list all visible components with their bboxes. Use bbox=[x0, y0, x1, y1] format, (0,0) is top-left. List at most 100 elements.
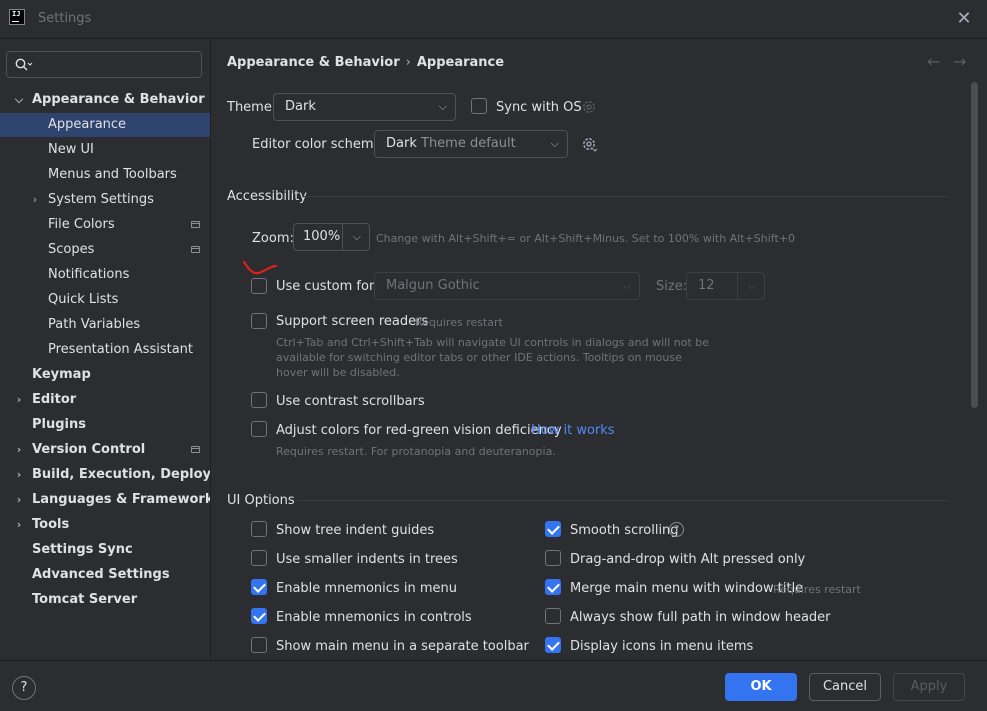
screen-readers-checkbox[interactable] bbox=[251, 313, 267, 329]
dialog-footer: ? OK Cancel Apply bbox=[0, 660, 987, 711]
sidebar-item-label: Notifications bbox=[48, 267, 130, 282]
screen-readers-label: Support screen readers bbox=[276, 314, 429, 329]
sidebar-item[interactable]: › Languages & Frameworks bbox=[0, 488, 222, 512]
how-it-works-link[interactable]: How it works bbox=[531, 423, 615, 438]
zoom-hint: Change with Alt+Shift+= or Alt+Shift+Min… bbox=[376, 232, 795, 245]
ui-option-checkbox[interactable] bbox=[545, 521, 561, 537]
ui-option-label: Always show full path in window header bbox=[570, 610, 831, 625]
chevron-down-icon[interactable]: ⌵ bbox=[13, 88, 25, 112]
vertical-scrollbar[interactable] bbox=[971, 82, 978, 408]
settings-sidebar: ⌵ Appearance & Behavior Appearance New UI Me… bbox=[0, 40, 249, 660]
chevron-down-icon: ⌵ bbox=[622, 279, 631, 292]
sidebar-item-label: Quick Lists bbox=[48, 292, 119, 307]
sidebar-item[interactable]: › Tools bbox=[0, 513, 210, 537]
ui-option-checkbox[interactable] bbox=[545, 579, 561, 595]
sidebar-item[interactable]: Tomcat Server bbox=[0, 588, 210, 612]
red-check-annotation bbox=[242, 260, 278, 275]
ui-option-checkbox[interactable] bbox=[251, 550, 267, 566]
ui-option-checkbox[interactable] bbox=[251, 521, 267, 537]
sidebar-item[interactable]: Plugins bbox=[0, 413, 210, 437]
color-deficiency-checkbox[interactable] bbox=[251, 421, 267, 437]
chevron-right-icon[interactable]: › bbox=[13, 438, 25, 462]
breadcrumb-current: Appearance bbox=[416, 55, 505, 70]
sidebar-item[interactable]: › Version Control bbox=[0, 438, 210, 462]
apply-button[interactable]: Apply bbox=[893, 673, 965, 701]
sidebar-item-label: Path Variables bbox=[48, 317, 141, 332]
sync-with-os-checkbox[interactable] bbox=[471, 98, 487, 114]
section-divider bbox=[303, 196, 949, 197]
chevron-right-icon[interactable]: › bbox=[13, 513, 25, 537]
settings-content: Appearance & Behavior › Appearance ← → The… bbox=[210, 40, 987, 660]
sidebar-item-label: Settings Sync bbox=[32, 542, 133, 557]
editor-scheme-dropdown[interactable]: Dark Theme default ⌵ bbox=[374, 130, 568, 158]
chevron-right-icon[interactable]: › bbox=[29, 188, 41, 212]
close-icon[interactable]: ✕ bbox=[953, 8, 975, 30]
contrast-scrollbars-checkbox[interactable] bbox=[251, 392, 267, 408]
ui-option-checkbox[interactable] bbox=[251, 637, 267, 653]
sidebar-item[interactable]: ⌵ Appearance & Behavior bbox=[0, 88, 210, 112]
editor-scheme-label: Editor color scheme: bbox=[252, 137, 386, 152]
sidebar-item[interactable]: Settings Sync bbox=[0, 538, 210, 562]
sidebar-item-label: Languages & Frameworks bbox=[32, 492, 222, 507]
sidebar-item-label: Editor bbox=[32, 392, 77, 407]
sidebar-item[interactable]: File Colors bbox=[0, 213, 210, 237]
screen-readers-desc-line: hover will be disabled. bbox=[276, 366, 400, 379]
sidebar-item[interactable]: Notifications bbox=[0, 263, 210, 287]
ui-option-checkbox[interactable] bbox=[251, 608, 267, 624]
theme-label: Theme: bbox=[227, 100, 277, 115]
gear-icon[interactable] bbox=[580, 98, 598, 116]
font-dropdown[interactable]: Malgun Gothic ⌵ bbox=[374, 272, 640, 300]
sidebar-item[interactable]: Path Variables bbox=[0, 313, 210, 337]
sidebar-item-label: Version Control bbox=[32, 442, 146, 457]
help-tooltip-icon[interactable]: ? bbox=[669, 522, 684, 537]
font-size-dropdown[interactable]: 12 ⌵ bbox=[686, 272, 765, 300]
sidebar-item[interactable]: › Editor bbox=[0, 388, 210, 412]
sidebar-item-label: Tools bbox=[32, 517, 70, 532]
search-input[interactable] bbox=[6, 51, 202, 78]
sidebar-item[interactable]: New UI bbox=[0, 138, 210, 162]
chevron-right-icon[interactable]: › bbox=[13, 488, 25, 512]
zoom-dropdown[interactable]: 100% ⌵ bbox=[293, 223, 370, 251]
breadcrumb-separator: › bbox=[405, 55, 411, 70]
sidebar-item[interactable]: Menus and Toolbars bbox=[0, 163, 210, 187]
screen-readers-desc-line: available for switching editor tabs or o… bbox=[276, 351, 682, 364]
sidebar-item-label: Appearance bbox=[48, 117, 127, 132]
sidebar-item[interactable]: Keymap bbox=[0, 363, 210, 387]
gear-icon[interactable] bbox=[580, 135, 598, 153]
sidebar-item-label: New UI bbox=[48, 142, 94, 157]
breadcrumb-parent[interactable]: Appearance & Behavior bbox=[227, 55, 400, 70]
combo-divider bbox=[342, 224, 343, 250]
ui-option-checkbox[interactable] bbox=[545, 550, 561, 566]
sidebar-item-label: Appearance & Behavior bbox=[32, 92, 205, 107]
chevron-right-icon[interactable]: › bbox=[13, 463, 25, 487]
screen-readers-desc-line: Ctrl+Tab and Ctrl+Shift+Tab will navigat… bbox=[276, 336, 710, 349]
sidebar-item[interactable]: Advanced Settings bbox=[0, 563, 210, 587]
sidebar-item-label: Tomcat Server bbox=[32, 592, 138, 607]
window-title: Settings bbox=[38, 11, 92, 26]
screen-readers-hint: Requires restart bbox=[415, 316, 503, 329]
theme-value: Dark bbox=[285, 99, 316, 114]
sidebar-item[interactable]: › Build, Execution, Deployment bbox=[0, 463, 249, 487]
ui-option-checkbox[interactable] bbox=[251, 579, 267, 595]
sidebar-item[interactable]: Presentation Assistant bbox=[0, 338, 210, 362]
chevron-down-icon: ⌵ bbox=[438, 100, 447, 113]
ui-option-checkbox[interactable] bbox=[545, 637, 561, 653]
chevron-down-icon: ⌵ bbox=[352, 230, 361, 243]
ui-option-label: Display icons in menu items bbox=[570, 639, 754, 654]
ui-option-checkbox[interactable] bbox=[545, 608, 561, 624]
sidebar-item[interactable]: Scopes bbox=[0, 238, 210, 262]
chevron-right-icon[interactable]: › bbox=[13, 388, 25, 412]
search-icon bbox=[15, 58, 33, 71]
sidebar-item-label: Presentation Assistant bbox=[48, 342, 193, 357]
app-logo-icon: IJ bbox=[9, 9, 25, 25]
forward-arrow-icon[interactable]: → bbox=[953, 52, 966, 71]
back-arrow-icon[interactable]: ← bbox=[927, 52, 940, 71]
sidebar-item[interactable]: › System Settings bbox=[0, 188, 210, 212]
cancel-button[interactable]: Cancel bbox=[809, 673, 881, 701]
help-button[interactable]: ? bbox=[12, 676, 36, 700]
sidebar-item[interactable]: Quick Lists bbox=[0, 288, 210, 312]
sidebar-item[interactable]: Appearance bbox=[0, 113, 210, 137]
sidebar-item-label: Scopes bbox=[48, 242, 95, 257]
theme-dropdown[interactable]: Dark ⌵ bbox=[273, 93, 456, 121]
ok-button[interactable]: OK bbox=[725, 673, 797, 701]
